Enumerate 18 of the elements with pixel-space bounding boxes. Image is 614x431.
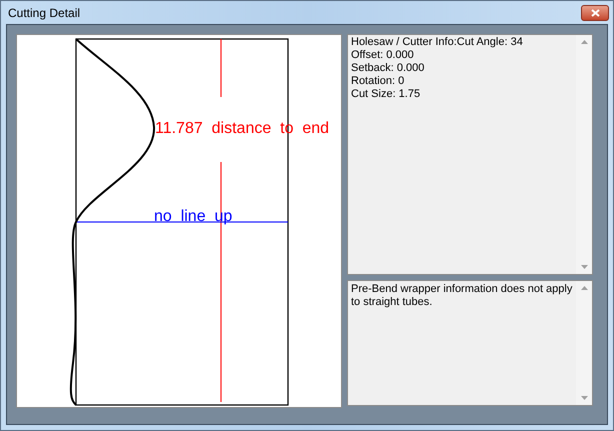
cutter-info-box[interactable]: Holesaw / Cutter Info:Cut Angle: 34 Offset: 0.000 Setback: 0.000 Rotation: 0 Cut Size: 1.75 <box>347 34 593 275</box>
window-title: Cutting Detail <box>8 4 80 22</box>
info-line: Offset: 0.000 <box>351 49 415 62</box>
scroll-down-icon[interactable] <box>580 396 588 400</box>
close-button[interactable] <box>581 4 609 20</box>
scroll-down-icon[interactable] <box>580 265 588 269</box>
scrollbar[interactable] <box>576 281 592 405</box>
wrapper-info-text: Pre-Bend wrapper information does not apply to straight tubes. <box>351 283 573 309</box>
info-line: Rotation: 0 <box>351 75 406 88</box>
wrapper-info-box[interactable]: Pre-Bend wrapper information does not apply to straight tubes. <box>347 280 593 406</box>
scrollbar[interactable] <box>576 35 592 274</box>
info-line: Setback: 0.000 <box>351 62 426 75</box>
center-line <box>220 38 222 98</box>
info-line: Holesaw / Cutter Info:Cut Angle: 34 <box>351 36 524 49</box>
scroll-up-icon[interactable] <box>580 40 588 44</box>
info-line: Cut Size: 1.75 <box>351 88 422 101</box>
close-icon <box>590 8 600 16</box>
scroll-up-icon[interactable] <box>580 286 588 290</box>
